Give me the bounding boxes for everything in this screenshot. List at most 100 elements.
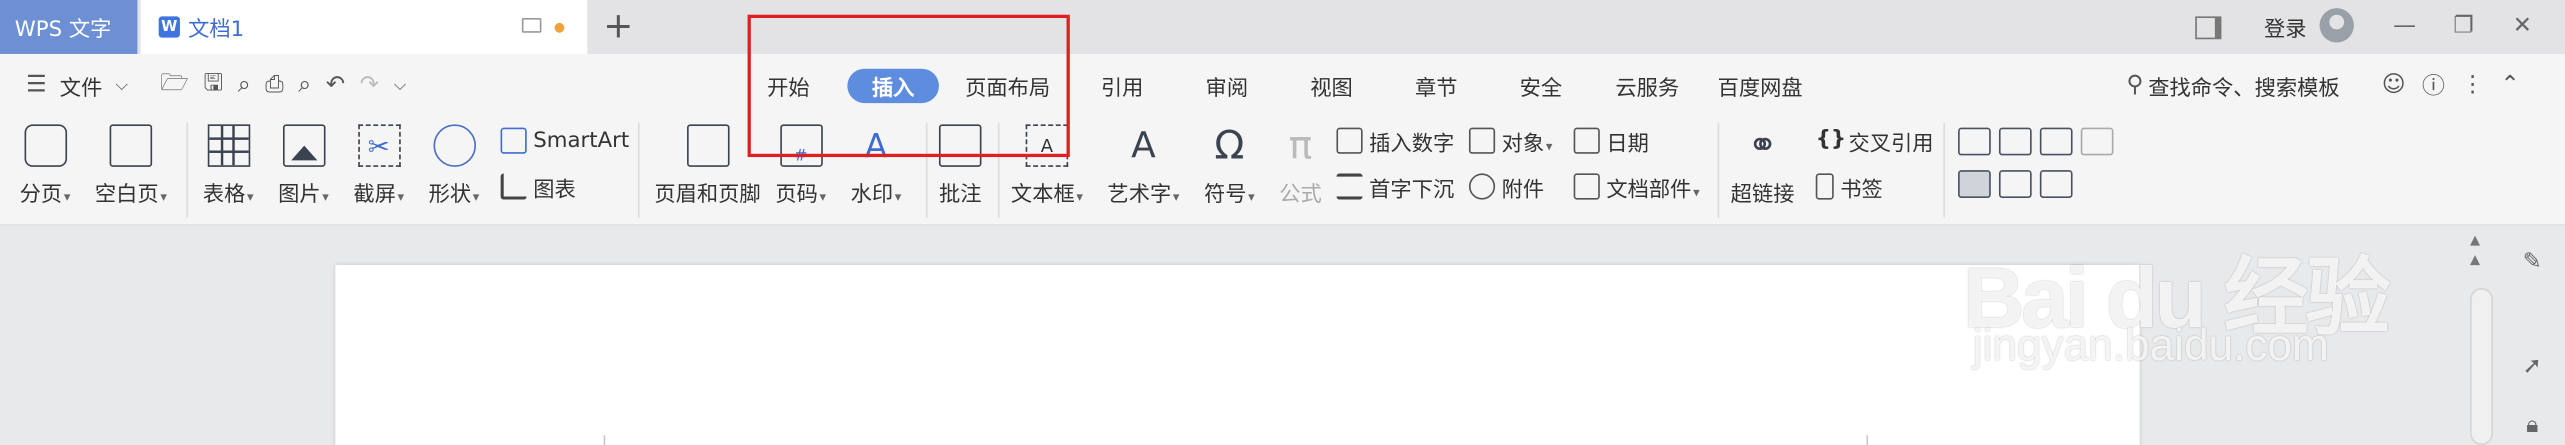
select-pointer-icon[interactable]: ➚ [2519, 353, 2545, 379]
collapse-ribbon-icon[interactable]: ⌃ [2500, 72, 2519, 98]
attachment-button[interactable]: 附件 [1468, 170, 1545, 203]
monitor-icon[interactable] [521, 17, 542, 33]
wordart-button[interactable]: A 艺术字 [1107, 124, 1179, 208]
comment-button[interactable]: 批注 [938, 124, 982, 208]
document-tab[interactable]: W 文档1 [140, 0, 588, 54]
date-label: 日期 [1606, 131, 1649, 157]
blank-page-button[interactable]: 空白页 [95, 124, 167, 208]
header-footer-label: 页眉和页脚 [654, 183, 761, 208]
insert-number-label: 插入数字 [1369, 131, 1455, 157]
number-icon [1336, 127, 1363, 154]
page-break-button[interactable]: 分页 [20, 124, 71, 208]
page: WPS 文字 W 文档1 + 登录 — ❐ ✕ ☰ 文件 ⌵ 🗁 🖫 ⌕ ⎙ ⌕… [0, 0, 2565, 445]
insert-ribbon: 分页 空白页 表格 图片 ✂ 截屏 形状 SmartArt 图表 [0, 114, 2565, 226]
customize-dropdown-icon[interactable]: ⌵ [394, 76, 406, 94]
pen-icon[interactable]: ✎ [2519, 249, 2545, 275]
tab-view[interactable]: 视图 [1299, 69, 1364, 103]
file-menu[interactable]: ☰ 文件 ⌵ [26, 69, 128, 102]
picture-icon [282, 124, 325, 167]
tab-insert[interactable]: 插入 [847, 68, 939, 104]
tab-section[interactable]: 章节 [1404, 69, 1469, 103]
restore-button[interactable]: ❐ [2447, 10, 2480, 43]
crop-mark [603, 435, 606, 445]
chevron-down-icon: ⌵ [115, 76, 128, 95]
tab-label: 章节 [1414, 76, 1458, 102]
crop-mark [1866, 435, 1869, 445]
feedback-icon[interactable]: ☺ [2382, 72, 2406, 98]
insert-number-button[interactable]: 插入数字 [1336, 124, 1454, 157]
smartart-icon [500, 127, 527, 154]
avatar[interactable] [2319, 8, 2354, 43]
save-icon[interactable]: 🖫 [203, 65, 223, 104]
form-field-shading-icon[interactable] [1958, 170, 1991, 198]
tab-references[interactable]: 引用 [1089, 69, 1154, 103]
date-button[interactable]: 日期 [1573, 124, 1649, 157]
form-reset-icon[interactable] [1998, 170, 2032, 198]
tab-cloud-service[interactable]: 云服务 [1610, 69, 1685, 103]
lock-icon[interactable]: 🔒︎ [2519, 412, 2545, 438]
login-link[interactable]: 登录 [2264, 0, 2307, 54]
help-icon[interactable]: ⓘ [2422, 69, 2445, 102]
attachment-label: 附件 [1501, 177, 1545, 203]
page-number-button[interactable]: # 页码 [775, 124, 826, 208]
tab-page-layout[interactable]: 页面布局 [962, 69, 1054, 103]
header-footer-button[interactable]: 页眉和页脚 [654, 124, 761, 208]
calendar-icon [1573, 127, 1600, 154]
command-search[interactable]: ⚲ 查找命令、搜索模板 [2127, 69, 2340, 102]
doc-parts-button[interactable]: 文档部件 [1573, 170, 1700, 203]
tab-label: 视图 [1310, 76, 1353, 102]
header-footer-icon [686, 124, 729, 167]
app-tab[interactable]: WPS 文字 [0, 0, 138, 54]
first-drop-label: 首字下沉 [1369, 177, 1455, 203]
print-preview-icon[interactable]: ⌕ [298, 72, 311, 98]
open-folder-icon[interactable]: 🗁 [160, 65, 188, 104]
chart-button[interactable]: 图表 [500, 170, 576, 203]
tab-baidu-netdisk[interactable]: 百度网盘 [1714, 69, 1806, 103]
table-button[interactable]: 表格 [203, 124, 254, 208]
form-list-control-icon[interactable] [2039, 127, 2073, 156]
symbol-button[interactable]: Ω 符号 [1204, 123, 1255, 208]
cross-ref-button[interactable]: {} 交叉引用 [1816, 124, 1934, 157]
page-up-icon[interactable]: ▲ [2470, 252, 2490, 268]
tab-label: 引用 [1100, 76, 1144, 102]
writer-doc-icon: W [158, 16, 180, 38]
more-icon[interactable]: ⋮ [2461, 72, 2484, 98]
export-pdf-icon[interactable]: ⌕ [238, 72, 251, 98]
form-checkbox-icon[interactable] [1998, 127, 2032, 156]
redo-icon[interactable]: ↷ [360, 72, 379, 98]
form-text-control-icon[interactable] [1958, 127, 1991, 156]
formula-button[interactable]: π 公式 [1279, 123, 1322, 208]
vertical-scrollbar[interactable] [2470, 287, 2493, 445]
watermark-label: 水印 [851, 177, 902, 208]
close-button[interactable]: ✕ [2506, 10, 2539, 43]
bookmark-button[interactable]: 书签 [1815, 170, 1883, 203]
new-tab-button[interactable]: + [600, 6, 636, 47]
screenshot-button[interactable]: ✂ 截屏 [353, 124, 404, 208]
hamburger-icon: ☰ [26, 71, 47, 99]
minimize-button[interactable]: — [2388, 10, 2421, 43]
first-drop-button[interactable]: 首字下沉 [1336, 170, 1454, 203]
scroll-up-icon[interactable]: ▲ [2470, 232, 2490, 248]
object-button[interactable]: 对象 [1468, 124, 1552, 157]
picture-button[interactable]: 图片 [278, 124, 329, 208]
tab-security[interactable]: 安全 [1508, 69, 1573, 103]
smartart-button[interactable]: SmartArt [500, 124, 630, 157]
form-protect-icon[interactable] [2039, 170, 2073, 198]
tab-home[interactable]: 开始 [756, 69, 821, 103]
watermark-button[interactable]: A 水印 [851, 124, 902, 208]
tab-review[interactable]: 审阅 [1194, 69, 1259, 103]
divider [186, 122, 189, 218]
sidebar-toggle-icon[interactable] [2195, 0, 2221, 54]
hyperlink-button[interactable]: ⚭ 超链接 [1731, 124, 1795, 208]
smartart-label: SmartArt [533, 128, 630, 153]
shape-button[interactable]: 形状 [429, 124, 480, 208]
symbol-label: 符号 [1204, 177, 1255, 208]
form-date-control-icon[interactable] [2080, 127, 2114, 156]
document-page[interactable] [335, 265, 2140, 445]
right-panel: ▲ ▲ ✎ ➚ 🔒︎ [2470, 226, 2565, 445]
comment-label: 批注 [938, 183, 982, 208]
menubar-right-icons: ☺ ⓘ ⋮ ⌃ [2382, 69, 2520, 102]
undo-icon[interactable]: ↶ [326, 72, 345, 98]
textbox-button[interactable]: A 文本框 [1011, 124, 1083, 208]
print-icon[interactable]: ⎙ [265, 72, 283, 98]
